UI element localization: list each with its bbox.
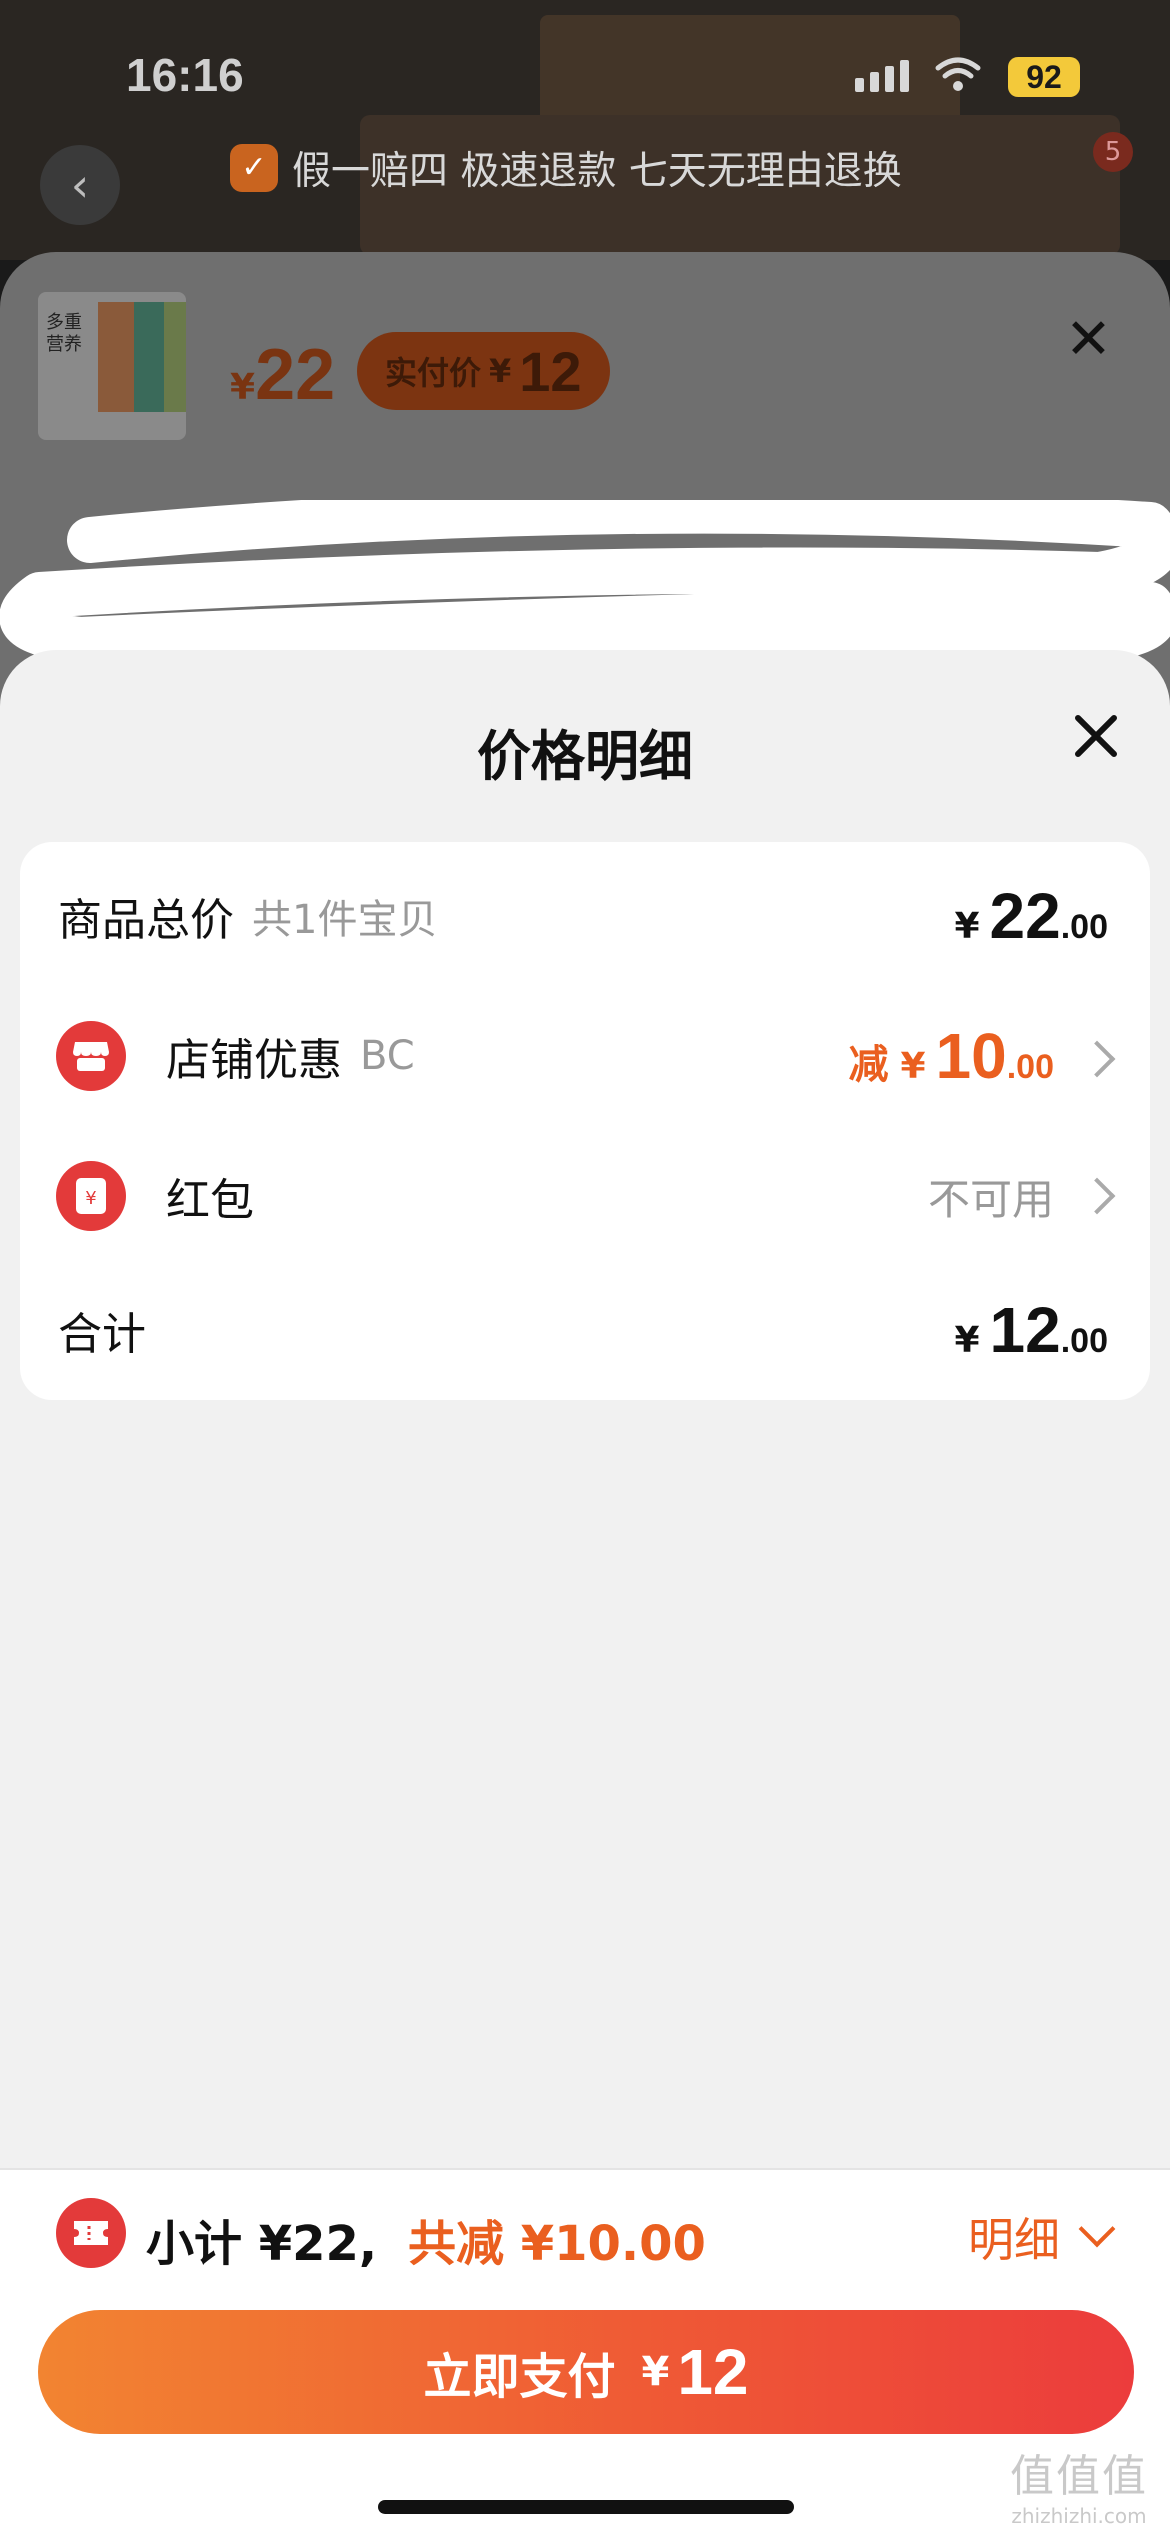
cart-count-badge: 5 — [1093, 132, 1133, 172]
detail-toggle[interactable]: 明细 — [968, 2204, 1116, 2270]
battery-indicator: 92 — [1008, 57, 1080, 97]
thumbnail-text: 多重营养 — [46, 312, 82, 355]
guarantee-text: 假一赔四 极速退款 七天无理由退换 — [292, 149, 902, 194]
chevron-right-icon — [1078, 1177, 1116, 1215]
chevron-down-icon — [1078, 2210, 1116, 2248]
back-icon[interactable]: ‹ — [40, 145, 120, 225]
subtotal-text: 小计 ¥22, — [146, 2216, 378, 2272]
shop-discount-row[interactable]: 店铺优惠 BC 减 ¥ 10 .00 — [20, 986, 1150, 1126]
pay-amount: 12 — [677, 2336, 749, 2408]
row-value: ¥ 22 .00 — [954, 880, 1108, 952]
pay-label: 立即支付 — [423, 2349, 616, 2405]
watermark: 值值值 zhizhizhi.com — [1010, 2451, 1148, 2528]
coupon-icon — [56, 2198, 126, 2268]
saved-text: 共减 ¥10.00 — [408, 2216, 706, 2272]
row-value: 不可用 — [928, 1166, 1116, 1227]
row-sublabel: 共1件宝贝 — [252, 897, 438, 943]
close-icon[interactable]: ✕ — [1065, 307, 1112, 372]
shop-icon — [56, 1021, 126, 1091]
total-price-row: 商品总价 共1件宝贝 ¥ 22 .00 — [20, 846, 1150, 986]
close-icon[interactable] — [1072, 712, 1120, 760]
wifi-icon — [935, 57, 981, 91]
grand-total-row: 合计 ¥ 12 .00 — [20, 1260, 1150, 1400]
red-packet-icon: ¥ — [56, 1161, 126, 1231]
chevron-right-icon — [1078, 1040, 1116, 1078]
sheet-title: 价格明细 — [477, 725, 693, 788]
detail-label: 明细 — [968, 2213, 1060, 2267]
svg-text:¥: ¥ — [85, 1188, 96, 1209]
row-label: 店铺优惠 — [166, 1035, 342, 1086]
product-thumbnail: 多重营养 — [38, 292, 186, 440]
bottom-bar: 小计 ¥22, 共减 ¥10.00 明细 立即支付 ¥ 12 — [0, 2168, 1170, 2532]
row-value: 减 ¥ 10 .00 — [848, 1019, 1116, 1093]
guarantee-banner: ✓ 假一赔四 极速退款 七天无理由退换 — [230, 140, 902, 196]
status-time: 16:16 — [126, 49, 244, 101]
cellular-signal-icon — [855, 60, 909, 92]
row-label: 红包 — [166, 1175, 254, 1226]
row-value: ¥ 12 .00 — [954, 1294, 1108, 1366]
row-label: 商品总价 — [58, 895, 234, 946]
actual-price-pill: 实付价 ¥ 12 — [357, 332, 610, 410]
pay-now-button[interactable]: 立即支付 ¥ 12 — [38, 2310, 1134, 2434]
status-bar: 16:16 92 — [0, 0, 1170, 150]
row-sublabel: BC — [360, 1033, 415, 1079]
row-label: 合计 — [58, 1309, 146, 1360]
redaction-scribble — [0, 500, 1170, 660]
shield-check-icon: ✓ — [230, 144, 278, 192]
product-price: ¥22 — [230, 335, 336, 415]
price-detail-card: 商品总价 共1件宝贝 ¥ 22 .00 店铺优惠 BC 减 ¥ 10 .00 ¥… — [20, 842, 1150, 1400]
red-packet-row[interactable]: ¥ 红包 不可用 — [20, 1126, 1150, 1266]
home-indicator[interactable] — [378, 2500, 794, 2514]
pay-symbol: ¥ — [641, 2349, 670, 2395]
